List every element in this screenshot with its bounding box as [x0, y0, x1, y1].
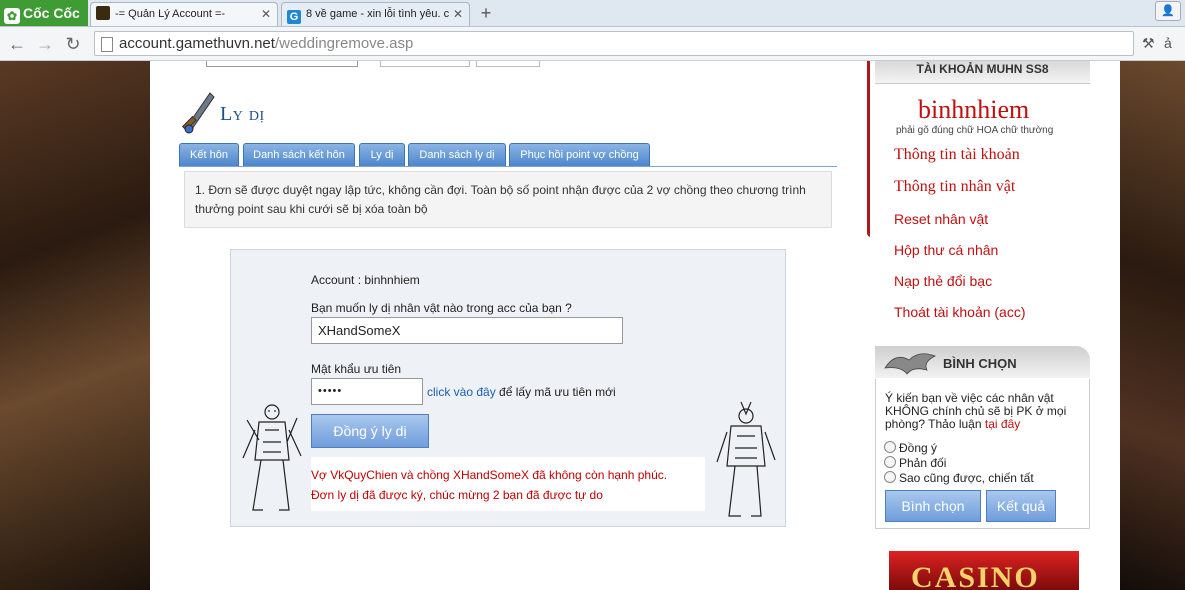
browser-tab-bar: ✿ Cốc Cốc -= Quản Lý Account =- ✕ G 8 về g…	[0, 0, 1185, 27]
question-label: Bạn muốn ly dị nhân vật nào trong acc củ…	[311, 301, 572, 315]
sidebar-item-reset[interactable]: Reset nhân vật	[894, 211, 988, 227]
result-message: Vợ VkQuyChien và chồng XHandSomeX đã khô…	[311, 457, 705, 511]
discussion-link[interactable]: tại đây	[985, 417, 1020, 431]
back-icon[interactable]: ←	[6, 33, 28, 55]
notice-box: 1. Đơn sẽ được duyệt ngay lập tức, không…	[184, 171, 832, 228]
page-title: Ly dị	[220, 103, 265, 125]
coccoc-menu-button[interactable]: ✿ Cốc Cốc	[0, 0, 88, 26]
results-button[interactable]: Kết quả	[986, 490, 1056, 522]
sidebar-header: TÀI KHOẢN MUHN SS8	[875, 61, 1090, 84]
banner-text: CASINO	[911, 561, 1040, 590]
poll-question: Ý kiến bạn về việc các nhân vật KHÔNG ch…	[885, 391, 1067, 431]
game-favicon-icon	[96, 6, 110, 20]
sidebar-item-inbox[interactable]: Hộp thư cá nhân	[894, 242, 998, 258]
page-icon	[101, 37, 113, 52]
tab-underline	[179, 166, 837, 167]
account-label: Account : binhnhiem	[311, 273, 420, 287]
poll-option[interactable]: Sao cũng được, chiến tất	[884, 471, 1034, 485]
browser-brand-label: Cốc Cốc	[23, 5, 80, 21]
casino-banner[interactable]: CASINO	[889, 551, 1079, 590]
poll-option[interactable]: Phản đối	[884, 456, 946, 470]
divorce-form: Account : binhnhiem Bạn muốn ly dị nhân …	[230, 249, 786, 527]
user-profile-icon[interactable]: 👤	[1155, 1, 1181, 21]
browser-tab-active[interactable]: -= Quản Lý Account =- ✕	[90, 2, 278, 26]
reload-icon[interactable]: ↻	[62, 33, 84, 55]
character-name-input[interactable]: XHandSomeX	[311, 317, 623, 344]
tab-ly-di[interactable]: Ly dị	[359, 143, 405, 166]
g-favicon-icon: G	[287, 10, 301, 24]
top-input[interactable]	[206, 61, 358, 67]
web-page: Ly dị Kết hôn Danh sách kết hôn Ly dị Da…	[0, 61, 1185, 590]
translate-icon[interactable]: ả	[1164, 35, 1172, 51]
case-hint: phải gõ đúng chữ HOA chữ thường	[896, 125, 1054, 136]
forward-icon[interactable]: →	[34, 33, 56, 55]
poll-header: BÌNH CHỌN	[875, 346, 1090, 378]
top-strip	[150, 61, 870, 69]
browser-tab[interactable]: G 8 về game - xin lỗi tình yêu. c ✕	[281, 2, 470, 26]
priority-password-input[interactable]: •••••	[311, 378, 423, 405]
address-bar[interactable]: account.gamethuvn.net/weddingremove.asp	[94, 31, 1134, 56]
radio-icon[interactable]	[884, 471, 896, 483]
radio-icon[interactable]	[884, 441, 896, 453]
poll-option[interactable]: Đồng ý	[884, 441, 937, 455]
warrior-right-icon	[716, 401, 776, 517]
sidebar-item-account-info[interactable]: Thông tin tài khoản	[894, 146, 1020, 164]
result-message-line: Vợ VkQuyChien và chồng XHandSomeX đã khô…	[311, 468, 668, 482]
url-text: account.gamethuvn.net/weddingremove.asp	[119, 35, 414, 52]
top-select[interactable]	[380, 61, 470, 67]
confirm-divorce-button[interactable]: Đồng ý ly dị	[311, 414, 429, 448]
radio-icon[interactable]	[884, 456, 896, 468]
tab-danh-sach-ket-hon[interactable]: Danh sách kết hôn	[243, 143, 355, 166]
background-art-left	[0, 61, 150, 590]
sword-icon	[181, 92, 215, 134]
tab-close-icon[interactable]: ✕	[453, 3, 463, 25]
tab-danh-sach-ly-di[interactable]: Danh sách ly dị	[408, 143, 506, 166]
result-message-line: Đơn ly dị đã được ký, chúc mừng 2 bạn đã…	[311, 488, 603, 502]
top-input-2[interactable]	[476, 61, 540, 67]
tab-close-icon[interactable]: ✕	[261, 3, 271, 25]
new-tab-icon[interactable]: +	[476, 3, 496, 23]
main-content: Ly dị Kết hôn Danh sách kết hôn Ly dị Da…	[150, 61, 870, 590]
background-art-right	[1120, 61, 1185, 590]
sidebar-item-character-info[interactable]: Thông tin nhân vật	[894, 178, 1015, 196]
warrior-left-icon	[242, 404, 302, 511]
dragon-icon	[884, 353, 936, 375]
username: binhnhiem	[918, 95, 1030, 124]
vote-button[interactable]: Bình chọn	[885, 490, 981, 522]
extension-icon[interactable]: ⚒	[1142, 35, 1155, 52]
password-label: Mật khẩu ưu tiên	[311, 362, 402, 376]
poll-title: BÌNH CHỌN	[943, 356, 1017, 371]
get-code-suffix: để lấy mã ưu tiên mới	[499, 385, 616, 399]
coccoc-logo-icon: ✿	[4, 8, 20, 24]
tab-phuc-hoi-point[interactable]: Phục hồi point vợ chồng	[509, 143, 650, 166]
password-help: click vào đây để lấy mã ưu tiên mới	[427, 385, 616, 399]
tab-title: -= Quản Lý Account =-	[115, 8, 226, 20]
sidebar-item-topup[interactable]: Nạp thẻ đổi bạc	[894, 273, 992, 289]
right-sidebar: TÀI KHOẢN MUHN SS8 binhnhiem phải gõ đún…	[870, 61, 1120, 590]
get-code-link[interactable]: click vào đây	[427, 385, 496, 399]
sidebar-item-logout[interactable]: Thoát tài khoản (acc)	[894, 304, 1026, 320]
tab-ket-hon[interactable]: Kết hôn	[179, 143, 239, 166]
browser-nav-bar: ← → ↻ account.gamethuvn.net/weddingremov…	[0, 27, 1185, 61]
tab-title: 8 về game - xin lỗi tình yêu. c	[306, 8, 450, 20]
